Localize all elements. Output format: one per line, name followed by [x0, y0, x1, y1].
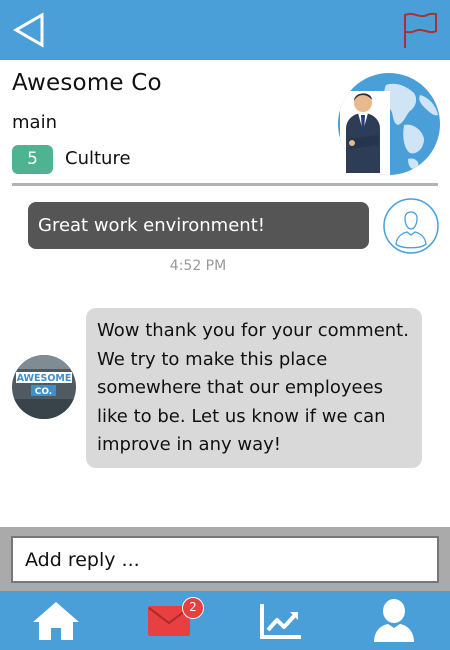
nav-profile[interactable] — [349, 591, 439, 650]
user-avatar[interactable] — [383, 198, 439, 254]
review-count-badge: 5 — [12, 145, 53, 174]
flag-icon — [404, 12, 437, 48]
report-flag-button[interactable] — [400, 10, 440, 50]
nav-home[interactable] — [11, 591, 101, 650]
profile-icon — [374, 598, 414, 642]
nav-analytics[interactable] — [236, 591, 326, 650]
user-message-bubble: Great work environment! — [28, 202, 369, 249]
message-timestamp: 4:52 PM — [169, 258, 227, 274]
analytics-icon — [260, 603, 301, 639]
channel-label: main — [12, 112, 57, 133]
reply-input[interactable] — [11, 536, 439, 583]
logo-line-1: AWESOME — [17, 373, 72, 384]
home-icon — [33, 601, 79, 640]
company-name: Awesome Co — [12, 70, 162, 96]
category-label: Culture — [65, 148, 131, 169]
reply-bar — [0, 527, 450, 591]
bottom-navigation — [0, 591, 450, 650]
company-avatar[interactable]: AWESOME CO. — [12, 355, 76, 419]
back-triangle-icon — [12, 12, 44, 48]
logo-line-2: CO. — [35, 387, 52, 397]
company-hero-image — [338, 73, 440, 175]
company-reply-bubble: Wow thank you for your comment. We try t… — [86, 308, 422, 468]
user-outline-icon — [383, 198, 439, 254]
top-bar — [0, 0, 450, 60]
header-divider — [12, 183, 438, 186]
businessman-globe-illustration — [338, 73, 440, 175]
back-button[interactable] — [12, 12, 46, 48]
awesome-co-logo: AWESOME CO. — [12, 355, 76, 419]
notification-badge: 2 — [182, 597, 204, 619]
